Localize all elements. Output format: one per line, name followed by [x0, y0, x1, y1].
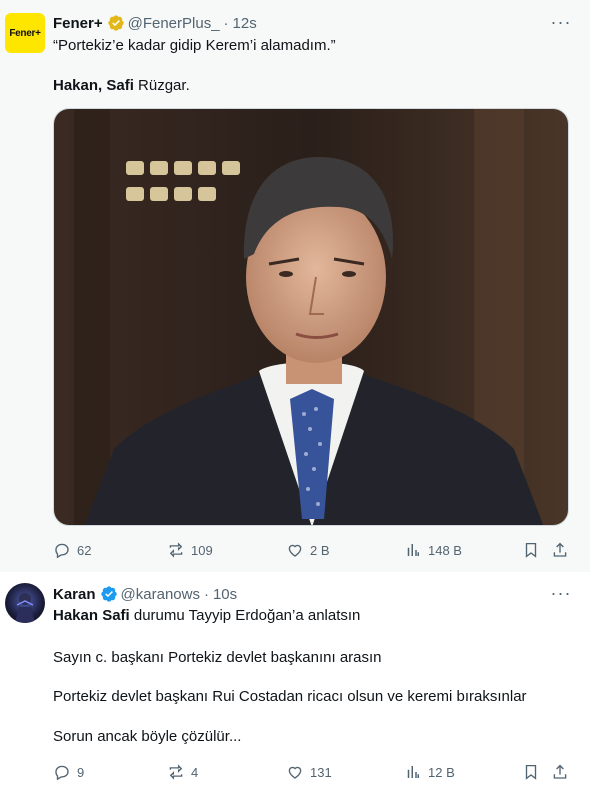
views-icon	[407, 544, 419, 556]
tweet-text-line: Hakan, Safi Rüzgar.	[53, 76, 190, 96]
author-handle[interactable]: @FenerPlus_	[128, 15, 220, 32]
repost-button[interactable]: 109	[167, 539, 213, 561]
separator-dot: ·	[203, 585, 209, 603]
verified-badge-icon	[107, 14, 125, 32]
tweet-text-line: “Portekiz’e kadar gidip Kerem’i alamadım…	[53, 37, 336, 54]
avatar-karan[interactable]	[5, 583, 45, 623]
reply-button[interactable]: 62	[53, 539, 91, 561]
share-button[interactable]	[551, 761, 575, 783]
share-button[interactable]	[551, 539, 575, 561]
more-icon[interactable]: ···	[550, 12, 572, 32]
bookmark-button[interactable]	[522, 539, 546, 561]
like-icon	[288, 766, 302, 779]
text-rest: Rüzgar.	[133, 77, 190, 94]
share-icon	[553, 542, 567, 557]
like-count: 2 B	[310, 542, 330, 558]
views-button[interactable]: 12 B	[404, 761, 455, 783]
author-name[interactable]: Fener+	[53, 15, 103, 32]
author-handle[interactable]: @karanows	[121, 586, 200, 603]
like-button[interactable]: 131	[286, 761, 332, 783]
repost-count: 4	[191, 764, 199, 780]
tweet-header: Karan @karanows · 10s	[53, 584, 237, 604]
author-name[interactable]: Karan	[53, 586, 96, 603]
tweet-media-photo[interactable]	[53, 108, 569, 526]
reply-count: 9	[77, 764, 85, 780]
bookmark-icon	[525, 542, 537, 558]
views-icon	[407, 766, 419, 778]
avatar-logo-text: Fener+	[9, 27, 41, 39]
tweet-text-line: Hakan Safi durumu Tayyip Erdoğan’a anlat…	[53, 606, 360, 626]
views-count: 12 B	[428, 764, 455, 780]
views-button[interactable]: 148 B	[404, 539, 462, 561]
repost-button[interactable]: 4	[167, 761, 198, 783]
avatar-figure-icon	[15, 593, 35, 623]
share-icon	[553, 764, 567, 779]
reply-count: 62	[77, 542, 92, 558]
tweet-header: Fener+ @FenerPlus_ · 12s	[53, 13, 257, 33]
avatar-fenerplus[interactable]: Fener+	[5, 13, 45, 53]
tweet-text-line: Sayın c. başkanı Portekiz devlet başkanı…	[53, 649, 382, 666]
like-button[interactable]: 2 B	[286, 539, 330, 561]
mention-bold: Hakan Safi	[53, 607, 130, 624]
repost-icon	[169, 764, 183, 780]
photo-of-man-in-suit	[54, 109, 568, 525]
tweet-actions: 9 4 131 12 B	[53, 761, 573, 783]
separator-dot: ·	[223, 14, 229, 32]
tweet-text-line: Sorun ancak böyle çözülür...	[53, 728, 242, 745]
bookmark-icon	[525, 764, 537, 780]
verified-badge-icon	[100, 585, 118, 603]
like-count: 131	[310, 764, 332, 780]
text-rest: durumu Tayyip Erdoğan’a anlatsın	[129, 607, 361, 624]
reply-icon	[55, 543, 69, 559]
tweet-actions: 62 109 2 B 148 B	[53, 539, 573, 561]
views-count: 148 B	[428, 542, 462, 558]
tweet-time[interactable]: 12s	[233, 15, 257, 32]
bookmark-button[interactable]	[522, 761, 546, 783]
mention-bold: Hakan, Safi	[53, 77, 134, 94]
tweet-text-line: Portekiz devlet başkanı Rui Costadan ric…	[53, 688, 527, 705]
reply-icon	[55, 765, 69, 781]
tweet-time[interactable]: 10s	[213, 586, 237, 603]
repost-count: 109	[191, 542, 213, 558]
more-icon[interactable]: ···	[550, 583, 572, 603]
repost-icon	[169, 542, 183, 558]
tweet-fenerplus[interactable]: Fener+ Fener+ @FenerPlus_ · 12s ··· “Por…	[0, 0, 590, 572]
reply-button[interactable]: 9	[53, 761, 84, 783]
like-icon	[288, 544, 302, 557]
